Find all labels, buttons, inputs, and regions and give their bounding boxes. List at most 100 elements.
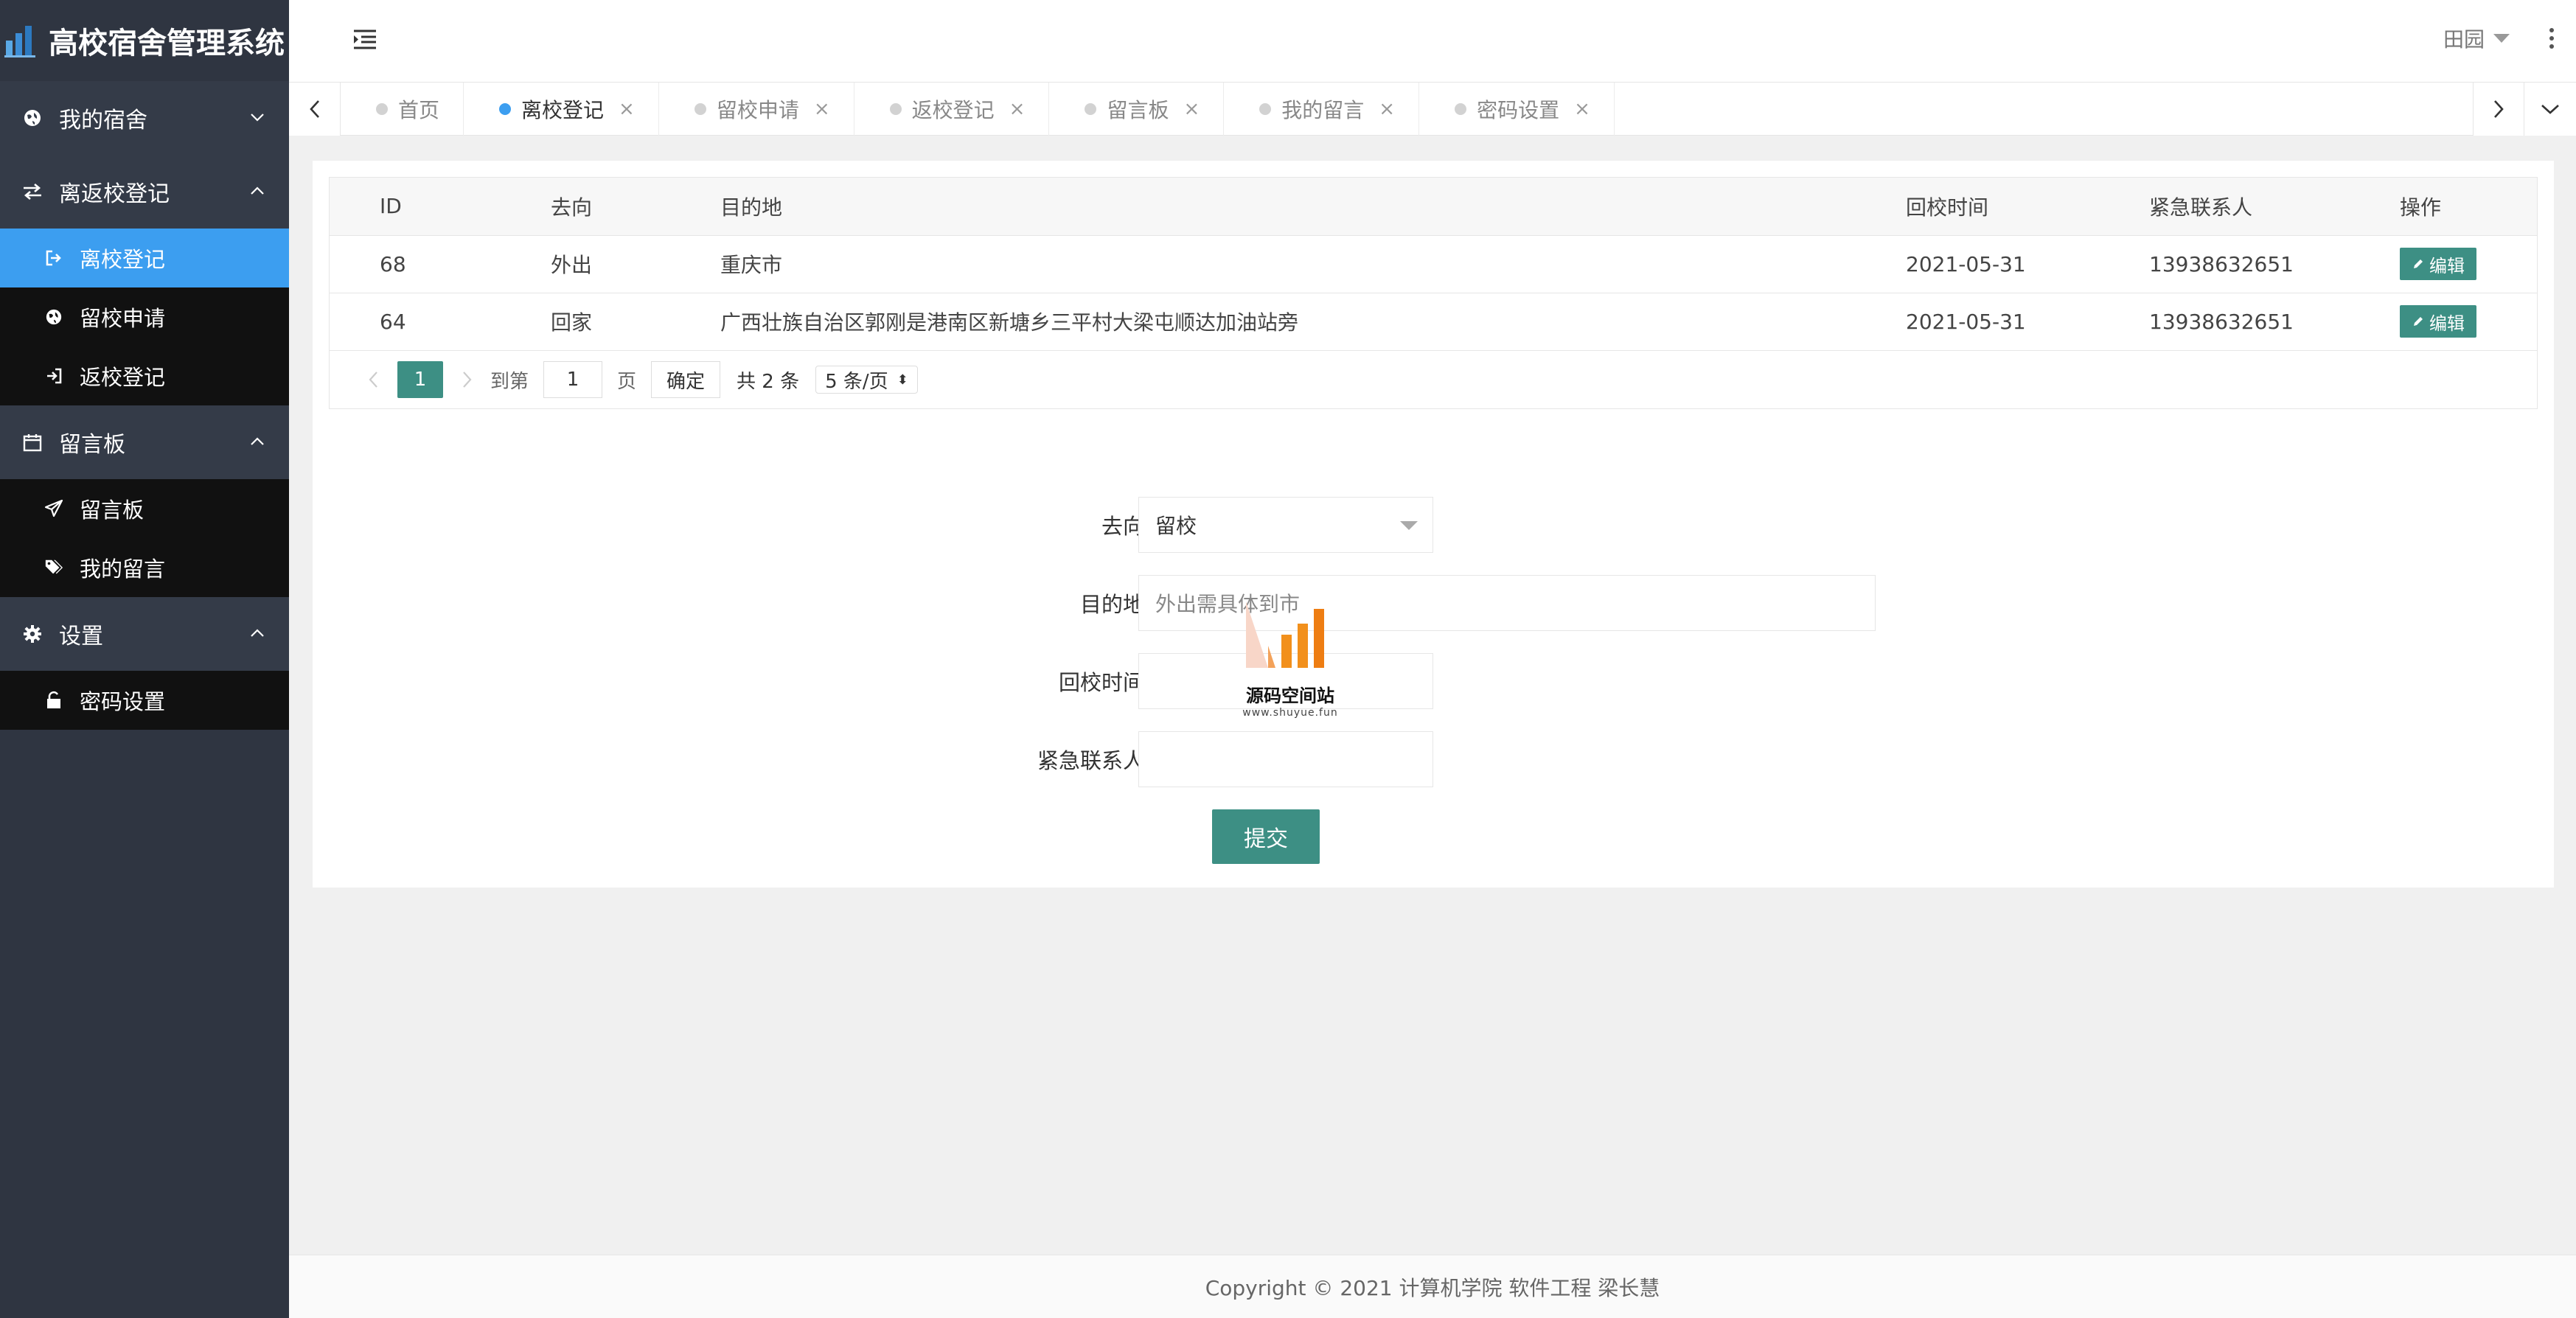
edit-button[interactable]: 编辑 bbox=[2400, 248, 2476, 280]
tab-label: 密码设置 bbox=[1477, 98, 1560, 122]
more-vertical-icon[interactable] bbox=[2548, 27, 2555, 50]
tab-label: 我的留言 bbox=[1281, 98, 1365, 122]
watermark-bars-icon bbox=[1246, 602, 1324, 668]
return-date-label: 回校时间 bbox=[1058, 670, 1144, 695]
sidebar-submenu-message-board: 留言板 我的留言 bbox=[0, 479, 289, 597]
pagination: 1 到第 1 页 确定 共 2 条 5 条/页 ⬍ bbox=[330, 350, 2537, 408]
sidebar-submenu-settings: 密码设置 bbox=[0, 671, 289, 730]
column-header-id: ID bbox=[380, 194, 402, 219]
tab-options-button[interactable] bbox=[2524, 83, 2576, 136]
tab-status-dot bbox=[376, 103, 388, 115]
records-table: ID 去向 目的地 回校时间 紧急联系人 操作 68 外出 重庆市 2021-0… bbox=[329, 177, 2538, 409]
sidebar-item-message-board[interactable]: 留言板 bbox=[0, 479, 289, 538]
table-row: 64 回家 广西壮族自治区郭刚是港南区新塘乡三平村大梁屯顺达加油站旁 2021-… bbox=[330, 293, 2537, 350]
sidebar-item-label: 返校登记 bbox=[80, 365, 166, 390]
sidebar-group-label: 留言板 bbox=[59, 432, 125, 458]
tab-status-dot bbox=[889, 103, 902, 115]
tab-scroll-left-button[interactable] bbox=[289, 83, 341, 136]
sidebar: 高校宿舍管理系统 我的宿舍 离返校登记 离校登记 留校申请 返校登记 留言板 留… bbox=[0, 0, 289, 1318]
gear-icon bbox=[22, 624, 43, 644]
tab-status-dot bbox=[499, 103, 512, 115]
globe-icon bbox=[44, 307, 63, 327]
exchange-icon bbox=[22, 181, 43, 202]
form-row-return-date: 回校时间 bbox=[313, 653, 2554, 709]
close-icon[interactable]: × bbox=[814, 98, 830, 120]
sidebar-group-message-board[interactable]: 留言板 bbox=[0, 405, 289, 479]
user-name: 田园 bbox=[2443, 27, 2485, 52]
cell-action: 编辑 bbox=[2400, 235, 2537, 293]
pagination-goto-input[interactable]: 1 bbox=[543, 361, 603, 398]
sidebar-group-leave-return[interactable]: 离返校登记 bbox=[0, 155, 289, 229]
page-size-value: 5 条/页 bbox=[825, 370, 888, 393]
sidebar-item-my-messages[interactable]: 我的留言 bbox=[0, 538, 289, 597]
close-icon[interactable]: × bbox=[1183, 98, 1200, 120]
sidebar-item-label: 密码设置 bbox=[80, 689, 166, 714]
tab-bar: 首页 离校登记 × 留校申请 × 返校登记 × 留言板 × 我的留言 × 密码设… bbox=[289, 83, 2576, 136]
tab-stay-apply[interactable]: 留校申请 × bbox=[659, 83, 854, 136]
cell-return-date: 2021-05-31 bbox=[1906, 251, 2026, 276]
up-down-arrows-icon: ⬍ bbox=[897, 372, 908, 388]
close-icon[interactable]: × bbox=[1574, 98, 1590, 120]
cell-destination: 重庆市 bbox=[720, 253, 783, 277]
cell-contact: 13938632651 bbox=[2149, 251, 2294, 276]
calendar-icon bbox=[22, 432, 43, 453]
submit-button[interactable]: 提交 bbox=[1212, 809, 1320, 864]
menu-toggle-icon[interactable] bbox=[352, 28, 377, 50]
footer-copyright: Copyright © 2021 计算机学院 软件工程 梁长慧 bbox=[1205, 1275, 1660, 1300]
tab-label: 返校登记 bbox=[911, 98, 995, 122]
close-icon[interactable]: × bbox=[1009, 98, 1026, 120]
pagination-page-current[interactable]: 1 bbox=[397, 361, 443, 398]
close-icon[interactable]: × bbox=[619, 98, 635, 120]
close-icon[interactable]: × bbox=[1379, 98, 1395, 120]
pencil-icon bbox=[2414, 259, 2423, 268]
sidebar-item-label: 离校登记 bbox=[80, 247, 166, 272]
watermark-title: 源码空间站 bbox=[1246, 686, 1334, 706]
tab-status-dot bbox=[1085, 103, 1097, 115]
tab-scroll-right-button[interactable] bbox=[2473, 83, 2524, 136]
tab-message-board[interactable]: 留言板 × bbox=[1049, 83, 1225, 136]
pencil-icon bbox=[2414, 317, 2423, 327]
unlock-icon bbox=[44, 691, 63, 710]
table-row: 68 外出 重庆市 2021-05-31 13938632651 编辑 bbox=[330, 235, 2537, 293]
chevron-up-icon bbox=[251, 437, 264, 445]
top-header: 田园 bbox=[289, 0, 2576, 83]
contact-label: 紧急联系人 bbox=[1037, 748, 1144, 773]
sidebar-group-settings[interactable]: 设置 bbox=[0, 597, 289, 671]
sidebar-item-leave-register[interactable]: 离校登记 bbox=[0, 229, 289, 287]
pagination-page-size-select[interactable]: 5 条/页 ⬍ bbox=[815, 366, 918, 394]
sidebar-submenu-leave-return: 离校登记 留校申请 返校登记 bbox=[0, 229, 289, 405]
sign-out-icon bbox=[44, 248, 63, 268]
sidebar-group-label: 设置 bbox=[59, 624, 103, 649]
column-header-action: 操作 bbox=[2400, 195, 2442, 220]
form-row-contact: 紧急联系人 bbox=[313, 731, 2554, 787]
pagination-page-unit: 页 bbox=[617, 370, 637, 393]
sidebar-item-stay-apply[interactable]: 留校申请 bbox=[0, 287, 289, 346]
chevron-right-icon bbox=[2494, 100, 2504, 118]
caret-down-icon bbox=[2493, 34, 2510, 43]
contact-input[interactable] bbox=[1138, 731, 1433, 787]
edit-button-label: 编辑 bbox=[2429, 313, 2465, 334]
tab-password-settings[interactable]: 密码设置 × bbox=[1419, 83, 1615, 136]
footer: Copyright © 2021 计算机学院 软件工程 梁长慧 bbox=[289, 1255, 2576, 1318]
sidebar-group-my-dorm[interactable]: 我的宿舍 bbox=[0, 81, 289, 155]
sidebar-group-label: 我的宿舍 bbox=[59, 108, 147, 133]
app-logo[interactable]: 高校宿舍管理系统 bbox=[0, 0, 289, 81]
pagination-prev-icon[interactable] bbox=[366, 370, 381, 389]
user-menu[interactable]: 田园 bbox=[2443, 24, 2510, 53]
pagination-confirm-button[interactable]: 确定 bbox=[651, 361, 721, 398]
sidebar-item-return-register[interactable]: 返校登记 bbox=[0, 346, 289, 405]
edit-button[interactable]: 编辑 bbox=[2400, 305, 2476, 338]
direction-select[interactable]: 留校 bbox=[1138, 497, 1433, 553]
sidebar-item-password-settings[interactable]: 密码设置 bbox=[0, 671, 289, 730]
column-header-contact: 紧急联系人 bbox=[2149, 195, 2253, 220]
edit-button-label: 编辑 bbox=[2429, 255, 2465, 276]
tab-return-register[interactable]: 返校登记 × bbox=[854, 83, 1050, 136]
tab-leave-register[interactable]: 离校登记 × bbox=[464, 83, 659, 136]
pagination-next-icon[interactable] bbox=[459, 370, 474, 389]
pagination-goto-label: 到第 bbox=[490, 370, 529, 393]
table-header-row: ID 去向 目的地 回校时间 紧急联系人 操作 bbox=[330, 178, 2537, 235]
tab-label: 首页 bbox=[398, 98, 440, 122]
tab-home[interactable]: 首页 bbox=[341, 83, 464, 136]
tab-my-messages[interactable]: 我的留言 × bbox=[1224, 83, 1420, 136]
sidebar-item-label: 我的留言 bbox=[80, 557, 166, 582]
